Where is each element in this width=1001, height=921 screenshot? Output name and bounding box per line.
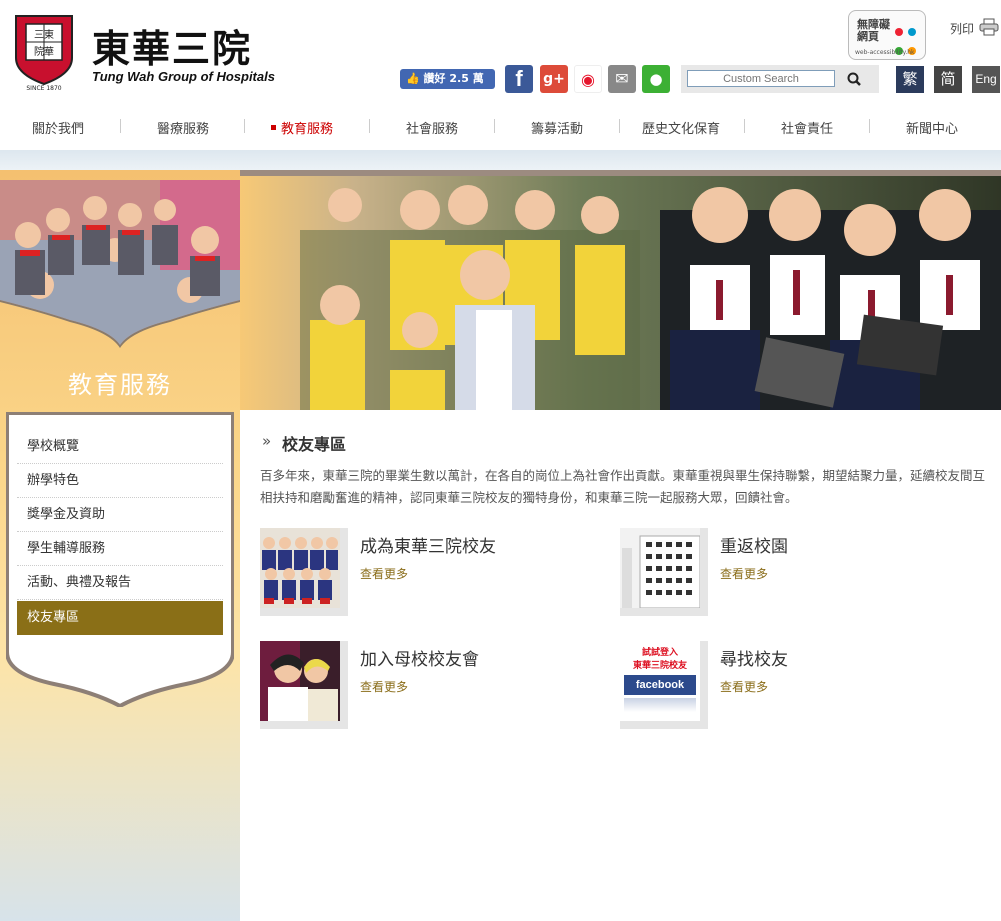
- read-more-link[interactable]: 查看更多: [720, 565, 768, 582]
- card-title[interactable]: 成為東華三院校友: [360, 532, 496, 557]
- card-find-alumni: 試試登入 東華三院校友 facebook 尋找校友 查看更多: [620, 641, 950, 731]
- sidebar-menu: 學校概覽 辦學特色 獎學金及資助 學生輔導服務 活動、典禮及報告 校友專區: [17, 430, 223, 635]
- nav-medical[interactable]: 醫療服務: [157, 118, 209, 137]
- nav-heritage[interactable]: 歷史文化保育: [642, 118, 720, 137]
- page-title: 校友專區: [282, 435, 347, 454]
- students-photo: [0, 180, 240, 350]
- thumbs-up-icon: 👍: [406, 72, 420, 85]
- sidebar-item-scholarships[interactable]: 獎學金及資助: [17, 498, 223, 532]
- print-link[interactable]: 列印: [950, 20, 974, 37]
- students-studying-photo[interactable]: [260, 641, 340, 721]
- accessibility-dots-icon: [895, 21, 921, 55]
- logo-english-name: Tung Wah Group of Hospitals: [92, 69, 275, 84]
- read-more-link[interactable]: 查看更多: [360, 678, 408, 695]
- nav-education[interactable]: 教育服務: [281, 118, 333, 137]
- nav-fundraising[interactable]: 籌募活動: [531, 118, 583, 137]
- nav-csr[interactable]: 社會責任: [781, 118, 833, 137]
- section-title: 教育服務: [68, 371, 172, 399]
- logo-chinese-name: 東華三院: [92, 26, 253, 71]
- facebook-reflection: [624, 698, 696, 712]
- logo-seal-bottom: 院華: [34, 45, 54, 58]
- accessibility-badge-url: web-accessibility.hk: [855, 49, 915, 56]
- nav-news[interactable]: 新聞中心: [906, 118, 958, 137]
- accessibility-badge-text: 無障礙網頁: [857, 18, 890, 43]
- thumb-line-2: 東華三院校友: [632, 661, 687, 671]
- card-title[interactable]: 重返校園: [720, 532, 788, 557]
- sidebar-item-alumni[interactable]: 校友專區: [17, 601, 223, 635]
- wechat-icon[interactable]: ●: [642, 65, 670, 93]
- language-english-button[interactable]: Eng: [972, 66, 1000, 93]
- logo-since: SINCE 1870: [26, 85, 61, 92]
- nav-active-marker: [271, 125, 276, 130]
- card-become-alumni: 成為東華三院校友 查看更多: [260, 528, 590, 618]
- read-more-link[interactable]: 查看更多: [720, 678, 768, 695]
- nav-divider: [494, 119, 495, 133]
- sidebar-item-features[interactable]: 辦學特色: [17, 464, 223, 498]
- card-return-campus: 重返校園 查看更多: [620, 528, 950, 618]
- facebook-like-label: 讚好 2.5 萬: [423, 72, 484, 85]
- weibo-icon[interactable]: ◉: [574, 65, 602, 93]
- printer-icon[interactable]: [979, 18, 999, 36]
- main-content: » 校友專區 百多年來，東華三院的畢業生數以萬計，在各自的崗位上為社會作出貢獻。…: [240, 410, 1001, 921]
- logo-seal-top: 三東: [34, 28, 54, 41]
- accessibility-badge[interactable]: 無障礙網頁 web-accessibility.hk: [848, 10, 926, 60]
- language-traditional-button[interactable]: 繁: [896, 66, 924, 93]
- nav-divider: [120, 119, 121, 133]
- card-title[interactable]: 加入母校校友會: [360, 645, 479, 670]
- search-icon[interactable]: [845, 70, 865, 88]
- double-chevron-icon: »: [262, 432, 272, 450]
- facebook-logo-icon: facebook: [624, 675, 696, 695]
- site-header: 三東 院華 SINCE 1870 東華三院 Tung Wah Group of …: [0, 0, 1001, 108]
- language-simplified-button[interactable]: 简: [934, 66, 962, 93]
- nav-divider: [619, 119, 620, 133]
- sidebar-item-activities[interactable]: 活動、典禮及報告: [17, 566, 223, 600]
- header-band: [0, 150, 1001, 172]
- intro-paragraph: 百多年來，東華三院的畢業生數以萬計，在各自的崗位上為社會作出貢獻。東華重視與畢生…: [260, 468, 986, 505]
- sidebar-item-school-overview[interactable]: 學校概覽: [17, 430, 223, 464]
- google-plus-icon[interactable]: g+: [540, 65, 568, 93]
- school-building-photo[interactable]: [620, 528, 700, 608]
- nav-divider: [869, 119, 870, 133]
- nav-social-services[interactable]: 社會服務: [406, 118, 458, 137]
- nav-divider: [244, 119, 245, 133]
- nav-about[interactable]: 關於我們: [32, 118, 84, 137]
- nav-divider: [744, 119, 745, 133]
- alumni-team-photo[interactable]: [260, 528, 340, 608]
- tungwah-logo[interactable]: 三東 院華 SINCE 1870: [10, 12, 78, 92]
- main-nav: 關於我們 醫療服務 教育服務 社會服務 籌募活動 歷史文化保育 社會責任 新聞中…: [0, 108, 1001, 148]
- search-box: [681, 65, 879, 93]
- education-banner-image: [240, 170, 1001, 410]
- card-join-alumni-association: 加入母校校友會 查看更多: [260, 641, 590, 731]
- card-title[interactable]: 尋找校友: [720, 645, 788, 670]
- thumb-line-1: 試試登入: [641, 648, 678, 658]
- nav-divider: [369, 119, 370, 133]
- search-input[interactable]: [687, 70, 835, 87]
- read-more-link[interactable]: 查看更多: [360, 565, 408, 582]
- facebook-login-thumbnail[interactable]: 試試登入 東華三院校友 facebook: [620, 641, 700, 721]
- facebook-share-icon[interactable]: f: [505, 65, 533, 93]
- facebook-like-button[interactable]: 👍 讚好 2.5 萬: [400, 69, 495, 89]
- sidebar-item-counselling[interactable]: 學生輔導服務: [17, 532, 223, 566]
- email-icon[interactable]: ✉: [608, 65, 636, 93]
